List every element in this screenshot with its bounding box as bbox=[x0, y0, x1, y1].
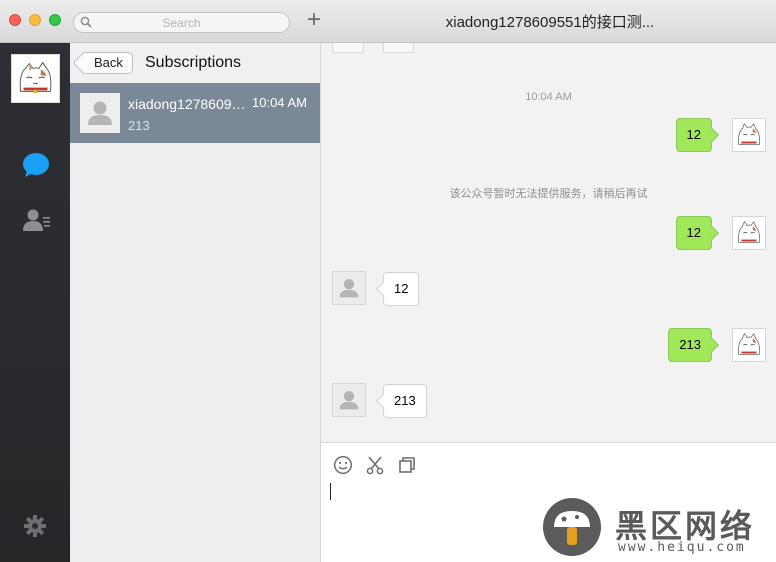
back-button[interactable]: Back bbox=[81, 52, 133, 74]
cat-avatar-icon bbox=[738, 122, 760, 145]
my-avatar[interactable] bbox=[732, 216, 766, 250]
watermark: 黑区网络 www.heiqu.com bbox=[542, 497, 768, 557]
copy-icon[interactable] bbox=[397, 455, 417, 475]
my-avatar[interactable] bbox=[732, 118, 766, 152]
message-composer[interactable]: 黑区网络 www.heiqu.com bbox=[321, 442, 776, 562]
item-preview: 213 bbox=[128, 118, 150, 133]
close-window-button[interactable] bbox=[9, 14, 21, 26]
scissors-icon[interactable] bbox=[365, 455, 385, 475]
cat-avatar-icon bbox=[19, 61, 52, 94]
maximize-window-button[interactable] bbox=[49, 14, 61, 26]
received-message-bubble: 213 bbox=[383, 384, 427, 418]
sent-message-bubble: 12 bbox=[675, 118, 712, 152]
avatar bbox=[332, 43, 364, 53]
system-message: 该公众号暂时无法提供服务，请稍后再试 bbox=[449, 188, 648, 200]
text-caret bbox=[330, 483, 331, 500]
mushroom-logo-icon bbox=[543, 498, 601, 556]
item-name: xiadong1278609551 bbox=[128, 96, 250, 112]
title-bar: Search + xiadong1278609551的接口测... bbox=[0, 0, 776, 43]
sent-message-bubble: 213 bbox=[668, 328, 712, 362]
bubble bbox=[383, 43, 414, 53]
default-avatar-icon bbox=[339, 279, 359, 298]
search-input[interactable]: Search bbox=[73, 12, 290, 33]
contacts-icon[interactable] bbox=[22, 207, 52, 233]
default-avatar-icon bbox=[80, 93, 120, 133]
back-button-label: Back bbox=[94, 55, 123, 70]
my-avatar[interactable] bbox=[732, 328, 766, 362]
list-item[interactable]: xiadong1278609551 10:04 AM 213 bbox=[70, 83, 320, 143]
conversation-list: Back Subscriptions xiadong1278609551 10:… bbox=[70, 43, 321, 562]
default-avatar-icon bbox=[339, 391, 359, 410]
cat-avatar-icon bbox=[738, 220, 760, 243]
search-placeholder: Search bbox=[162, 16, 201, 30]
chat-area[interactable]: 10:04 AM 12 该公众号暂时无法提供服务，请稍后再试 12 12 213 bbox=[321, 43, 776, 442]
minimize-window-button[interactable] bbox=[29, 14, 41, 26]
plus-icon[interactable]: + bbox=[303, 8, 325, 33]
list-header: Back Subscriptions bbox=[70, 43, 320, 83]
contact-avatar[interactable] bbox=[332, 271, 366, 305]
window-title: xiadong1278609551的接口测... bbox=[445, 14, 655, 31]
sent-message-bubble: 12 bbox=[675, 216, 712, 250]
chat-bubble-icon[interactable] bbox=[22, 152, 50, 178]
watermark-url: www.heiqu.com bbox=[618, 540, 746, 555]
received-message-bubble: 12 bbox=[383, 272, 420, 306]
item-time: 10:04 AM bbox=[252, 95, 307, 110]
contact-avatar[interactable] bbox=[332, 383, 366, 417]
cat-avatar-icon bbox=[738, 332, 760, 355]
left-nav bbox=[0, 43, 70, 562]
my-avatar[interactable] bbox=[11, 54, 60, 103]
list-title: Subscriptions bbox=[145, 54, 242, 71]
gear-icon[interactable] bbox=[23, 514, 47, 538]
timestamp: 10:04 AM bbox=[525, 91, 572, 103]
emoji-icon[interactable] bbox=[333, 455, 353, 475]
